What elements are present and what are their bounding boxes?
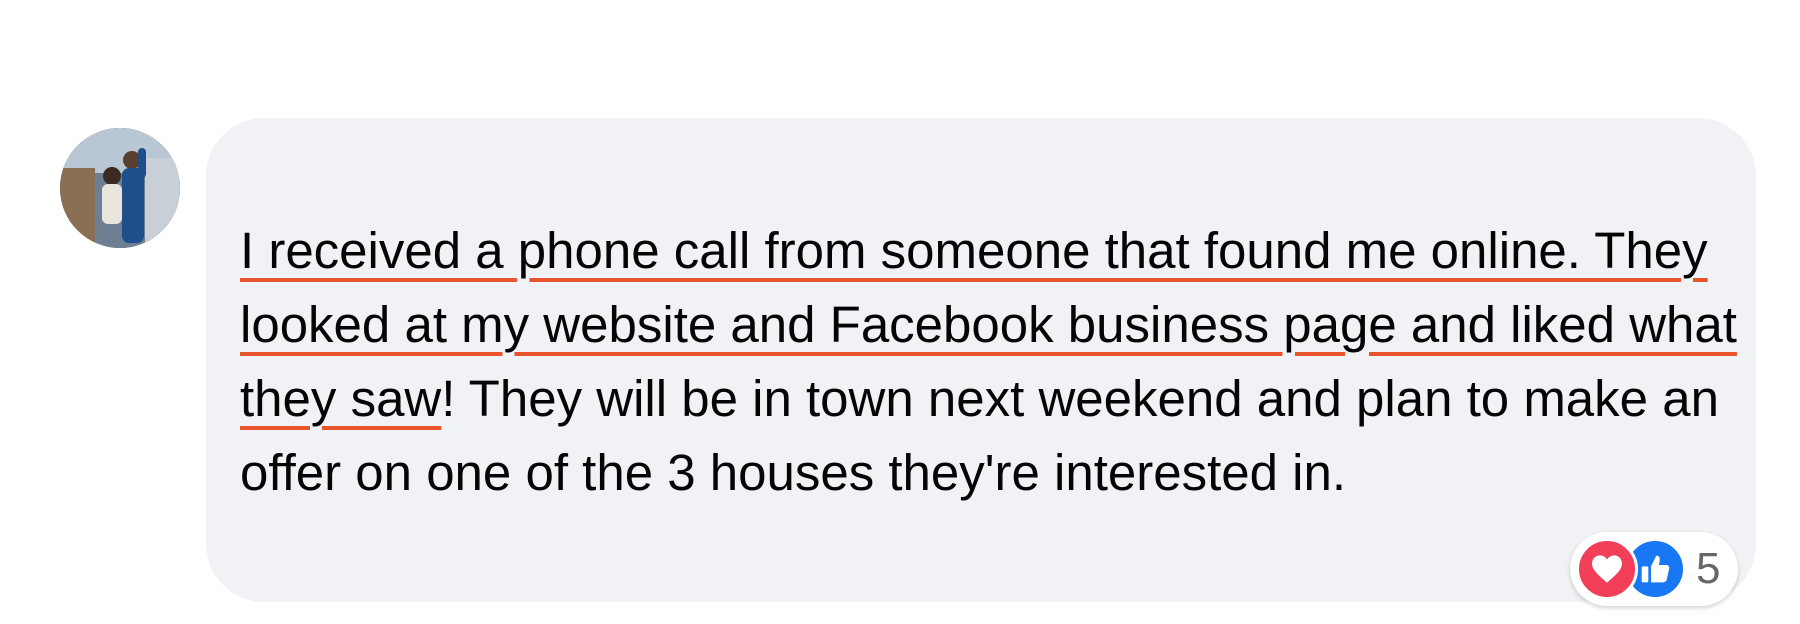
reactions-summary[interactable]: 5 [1570,532,1739,606]
avatar[interactable] [60,128,180,248]
comment-remaining-text: ! They will be in town next weekend and … [240,370,1719,501]
comment-text: I received a phone call from someone tha… [240,214,1740,510]
profile-photo [60,128,180,248]
heart-icon [1576,538,1638,600]
reaction-count: 5 [1696,544,1721,593]
